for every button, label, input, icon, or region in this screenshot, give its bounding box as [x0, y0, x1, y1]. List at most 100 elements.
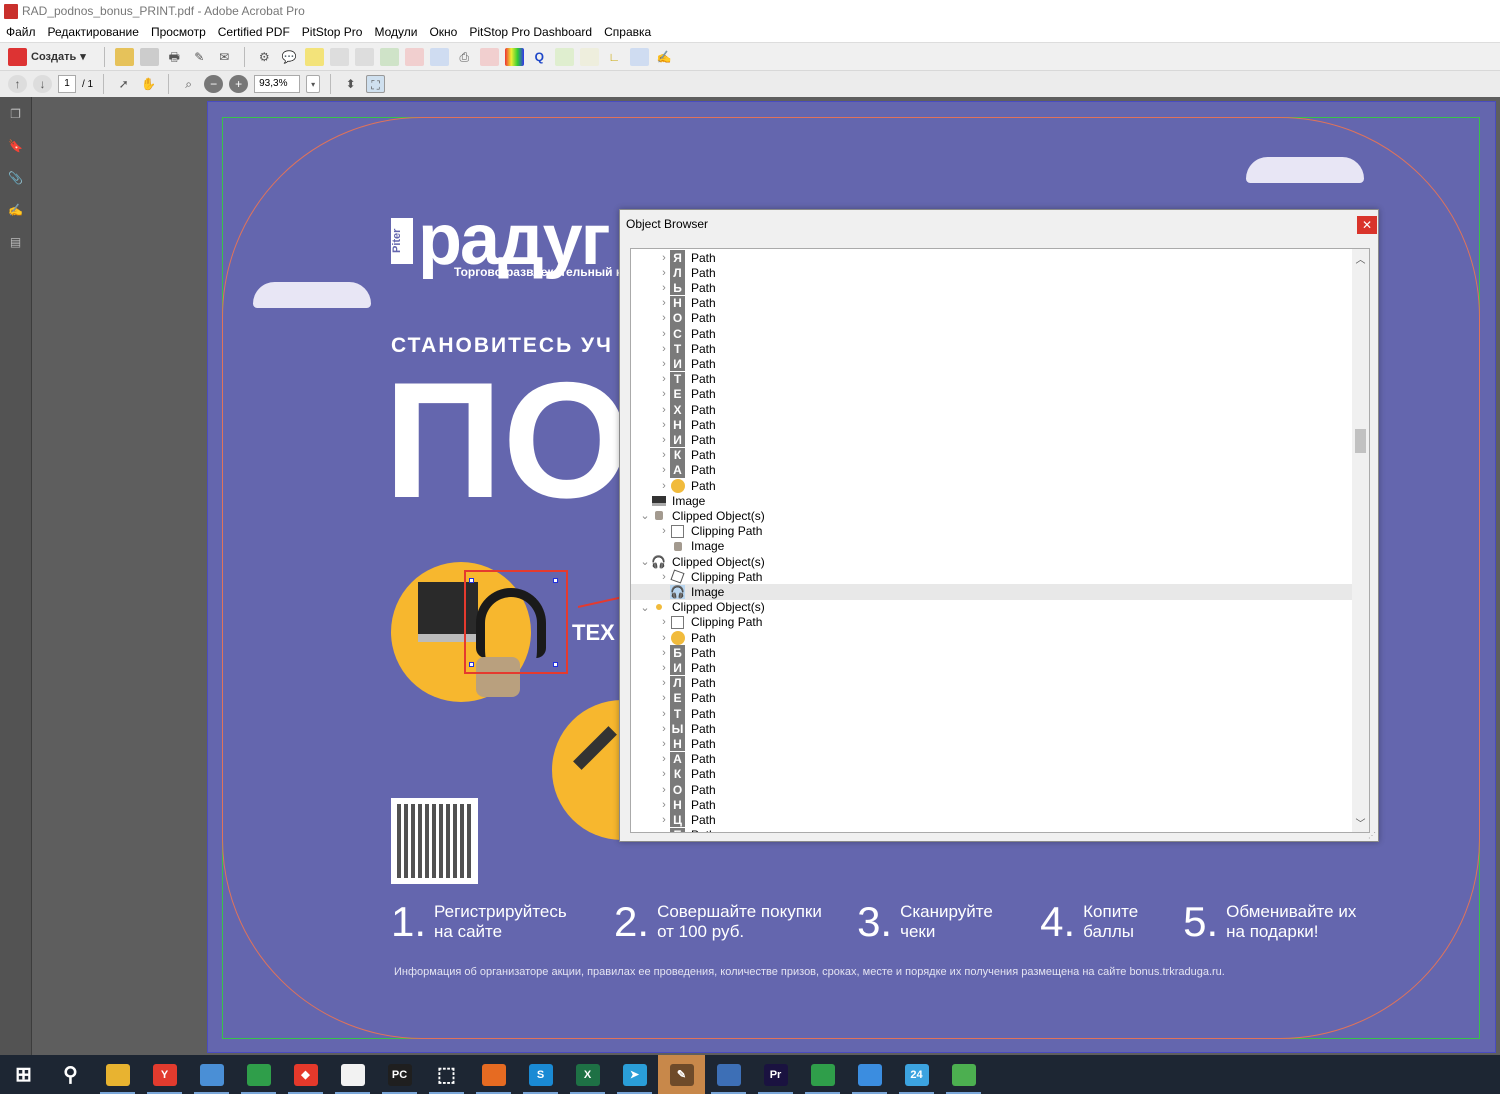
chevron-right-icon[interactable]: ›	[658, 799, 670, 811]
selection-handle[interactable]	[553, 578, 558, 583]
chevron-right-icon[interactable]: ›	[658, 708, 670, 720]
signatures-icon[interactable]: ✍	[6, 201, 25, 219]
taskbar-search[interactable]: ⚲	[47, 1055, 94, 1094]
tree-row[interactable]: › Path	[631, 478, 1353, 493]
chevron-right-icon[interactable]: ›	[658, 829, 670, 832]
chevron-right-icon[interactable]: ›	[658, 388, 670, 400]
taskbar-app-swoosh[interactable]	[846, 1055, 893, 1094]
zoom-dropdown-icon[interactable]: ▾	[306, 75, 321, 93]
chevron-right-icon[interactable]: ›	[658, 768, 670, 780]
tree-row[interactable]: › Я Path	[631, 250, 1353, 265]
tree-row[interactable]: › Clipping Path	[631, 524, 1353, 539]
tree-row[interactable]: › Л Path	[631, 265, 1353, 281]
comment-icon[interactable]: 💬	[280, 48, 299, 66]
chevron-right-icon[interactable]: ›	[658, 328, 670, 340]
open-icon[interactable]	[114, 47, 134, 66]
chevron-right-icon[interactable]: ›	[658, 784, 670, 796]
form-icon[interactable]	[579, 47, 599, 66]
tree-row[interactable]: › Ц Path	[631, 812, 1353, 828]
chevron-right-icon[interactable]: ›	[658, 738, 670, 750]
chevron-down-icon[interactable]: ⌄	[639, 601, 651, 614]
select-tool-icon[interactable]: ➚	[114, 75, 133, 93]
taskbar-chrome[interactable]	[235, 1055, 282, 1094]
menu-item[interactable]: Редактирование	[48, 25, 139, 39]
sign-icon[interactable]: ✍	[655, 48, 674, 66]
tree-row[interactable]: › И Path	[631, 660, 1353, 676]
chevron-right-icon[interactable]: ›	[658, 616, 670, 628]
email-icon[interactable]: ✉	[215, 48, 234, 66]
chevron-right-icon[interactable]: ›	[658, 312, 670, 324]
tree-row[interactable]: › И Path	[631, 356, 1353, 372]
menu-item[interactable]: PitStop Pro Dashboard	[469, 25, 592, 39]
create-button[interactable]: Создать ▾	[8, 47, 86, 66]
menu-item[interactable]: Окно	[429, 25, 457, 39]
chevron-right-icon[interactable]: ›	[658, 814, 670, 826]
tree-row[interactable]: › Ы Path	[631, 721, 1353, 737]
tree-row[interactable]: › Н Path	[631, 736, 1353, 752]
chevron-right-icon[interactable]: ›	[658, 343, 670, 355]
preflight-icon[interactable]	[429, 47, 449, 66]
tree-row[interactable]: › Н Path	[631, 417, 1353, 433]
tree-row[interactable]: › О Path	[631, 782, 1353, 797]
highlight-icon[interactable]	[304, 47, 324, 66]
tree-row[interactable]: › Path	[631, 630, 1353, 645]
taskbar-excel[interactable]: X	[564, 1055, 611, 1094]
chevron-down-icon[interactable]: ⌄	[639, 555, 651, 568]
document-icon[interactable]	[329, 47, 349, 66]
tree-row[interactable]: Image	[631, 493, 1353, 508]
fit-width-icon[interactable]: ⬍	[341, 75, 360, 93]
tree-row[interactable]: › Т Path	[631, 706, 1353, 721]
close-button[interactable]: ✕	[1357, 216, 1377, 234]
tree-row[interactable]: › А Path	[631, 751, 1353, 767]
layers-icon[interactable]: ▤	[6, 233, 25, 251]
selection-handle[interactable]	[469, 662, 474, 667]
tree-row[interactable]: ⌄ Clipped Object(s)	[631, 508, 1353, 523]
resize-grip-icon[interactable]: ⋰	[1368, 831, 1376, 840]
export-icon[interactable]	[554, 47, 574, 66]
bookmarks-icon[interactable]: 🔖	[6, 137, 25, 155]
attachments-icon[interactable]: 📎	[6, 169, 25, 187]
taskbar-green-app[interactable]	[940, 1055, 987, 1094]
taskbar-acrobat[interactable]	[329, 1055, 376, 1094]
pages-icon[interactable]: ❐	[6, 105, 25, 123]
tree-row[interactable]: › Н Path	[631, 295, 1353, 311]
tree-row[interactable]: › Т Path	[631, 371, 1353, 387]
scroll-up-icon[interactable]: ︿	[1352, 251, 1369, 266]
chevron-right-icon[interactable]: ›	[658, 267, 670, 279]
marquee-zoom-icon[interactable]: ⌕	[179, 75, 198, 93]
page-tools-icon[interactable]	[629, 47, 649, 66]
tree-row[interactable]: ›Е Path	[631, 827, 1353, 832]
zoom-in-icon[interactable]: +	[229, 75, 249, 93]
tree-row[interactable]: › К Path	[631, 447, 1353, 463]
edit-icon[interactable]: ✎	[190, 48, 209, 66]
taskbar-remote-desktop[interactable]	[705, 1055, 752, 1094]
zoom-input[interactable]: 93,3%	[254, 75, 301, 93]
chevron-down-icon[interactable]: ⌄	[639, 509, 651, 522]
scroll-down-icon[interactable]: ﹀	[1352, 815, 1369, 830]
chevron-right-icon[interactable]: ›	[658, 282, 670, 294]
menu-item[interactable]: Файл	[6, 25, 36, 39]
chevron-right-icon[interactable]: ›	[658, 297, 670, 309]
save-icon[interactable]	[139, 47, 159, 66]
menu-item[interactable]: PitStop Pro	[302, 25, 363, 39]
tree-row[interactable]: › Л Path	[631, 675, 1353, 691]
chevron-right-icon[interactable]: ›	[658, 449, 670, 461]
taskbar-chrome-2[interactable]	[799, 1055, 846, 1094]
ruler-icon[interactable]: ∟	[605, 48, 624, 66]
chevron-right-icon[interactable]: ›	[658, 525, 670, 537]
taskbar-app-window[interactable]	[188, 1055, 235, 1094]
tree-row[interactable]: ⌄ Clipped Object(s)	[631, 600, 1353, 615]
tree-row[interactable]: › Clipping Path	[631, 569, 1353, 584]
taskbar-telegram[interactable]: ➤	[611, 1055, 658, 1094]
inspect-icon[interactable]	[354, 47, 374, 66]
chevron-right-icon[interactable]: ›	[658, 692, 670, 704]
tree-row[interactable]: › Б Path	[631, 645, 1353, 661]
tree-row[interactable]: › О Path	[631, 310, 1353, 326]
tree-row[interactable]: › Ь Path	[631, 280, 1353, 296]
tree-row[interactable]: › Clipping Path	[631, 615, 1353, 630]
taskbar-anydesk[interactable]: ◆	[282, 1055, 329, 1094]
chevron-right-icon[interactable]: ›	[658, 723, 670, 735]
chevron-right-icon[interactable]: ›	[658, 464, 670, 476]
vertical-scrollbar[interactable]: ︿ ﹀	[1352, 249, 1369, 832]
tree-row[interactable]: › С Path	[631, 326, 1353, 341]
